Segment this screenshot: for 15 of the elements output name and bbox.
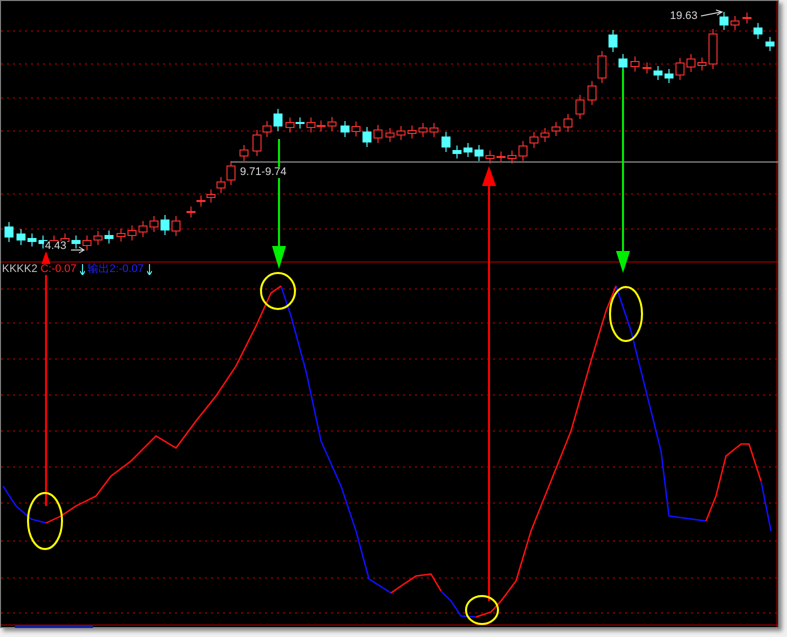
price-annotation: 4.43 bbox=[44, 241, 68, 252]
down-arrow-icon bbox=[80, 264, 85, 275]
legend-label: 输出2:-0.07 bbox=[88, 264, 144, 275]
highlight-circle bbox=[260, 272, 296, 310]
highlight-circle bbox=[609, 286, 643, 342]
bottom-tab[interactable] bbox=[15, 625, 93, 628]
legend-label: KKKK2 bbox=[2, 264, 38, 275]
highlight-circle bbox=[27, 492, 63, 550]
highlight-circle bbox=[465, 595, 499, 625]
pointer-arrow bbox=[700, 10, 724, 16]
pointer-arrow bbox=[70, 246, 85, 254]
legend-label: C:-0.07 bbox=[40, 264, 77, 275]
down-arrow-icon bbox=[146, 264, 152, 275]
price-annotation: 9.71-9.74 bbox=[239, 167, 288, 178]
price-annotation: 19.63 bbox=[669, 11, 699, 22]
